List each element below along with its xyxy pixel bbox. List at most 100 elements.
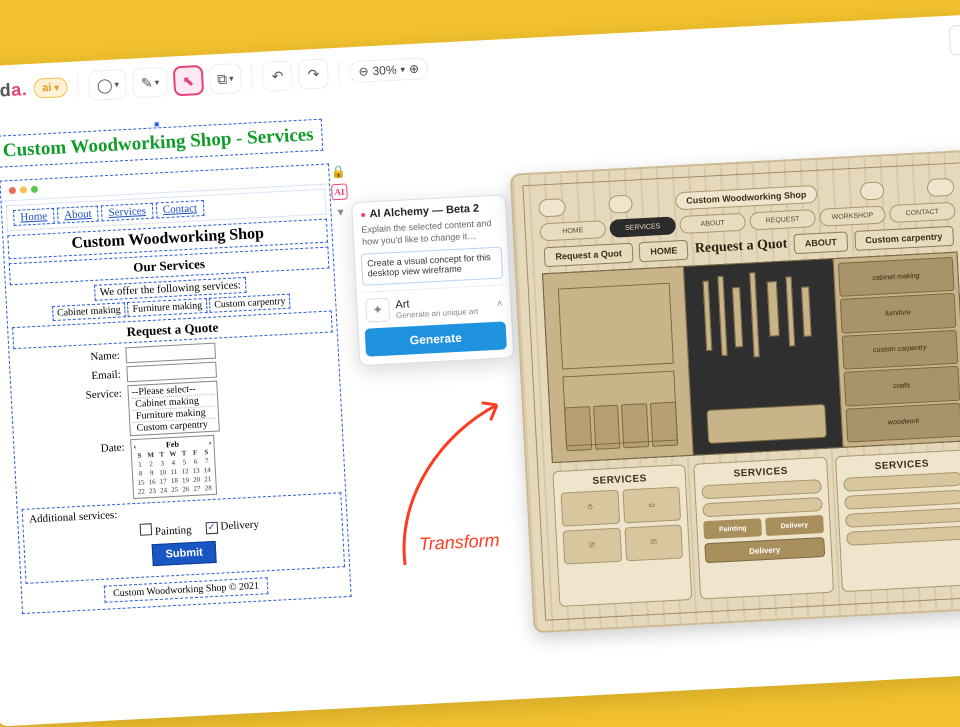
app-window: Jeda. ai ▾ ◯▾ ✎▾ ⬉ ⧉▾ ↶ ↷ ⊖ 30% ▾ ⊕ ⛶ Cu… (0, 13, 960, 726)
painting-checkbox[interactable]: Painting (140, 521, 192, 539)
preview-pill (538, 198, 566, 217)
redo-button[interactable]: ↷ (298, 58, 330, 90)
select-tool-button[interactable]: ⬉ (172, 65, 204, 97)
name-input[interactable] (125, 343, 216, 364)
service-label: Service: (21, 386, 122, 405)
calendar-grid: S M T W T F S 1234567 891011121314 15161… (134, 447, 214, 496)
zoom-in-button[interactable]: ⊕ (409, 62, 420, 77)
calendar-widget[interactable]: ‹ Feb › S M T W T F S (130, 435, 217, 499)
checkbox-icon (140, 523, 153, 536)
cal-month: Feb (166, 440, 179, 450)
preview-card-title: SERVICES (701, 464, 821, 481)
preview-bottom-cards: SERVICES ⏱▭ ⎚⎚ SERVICES Painting Deliver… (552, 449, 960, 607)
preview-bar (846, 526, 960, 546)
ai-pill-label: ai (42, 82, 52, 94)
preview-tab: WORKSHOP (819, 205, 886, 226)
preview-tab: REQUEST (749, 209, 816, 230)
preview-card-title: SERVICES (560, 472, 680, 489)
traffic-light-close-icon (9, 187, 16, 194)
preview-banner-title: Request a Quot (694, 237, 787, 258)
email-input[interactable] (126, 362, 217, 383)
prompt-input[interactable]: Create a visual concept for this desktop… (361, 247, 503, 286)
traffic-light-min-icon (20, 186, 27, 193)
preview-card: SERVICES Painting Delivery Delivery (694, 457, 834, 600)
preview-tab: ABOUT (679, 213, 746, 234)
preview-tab: CONTACT (889, 202, 956, 223)
delivery-checkbox[interactable]: ✓Delivery (205, 519, 259, 534)
preview-card-button: Delivery (705, 537, 825, 563)
preview-tab: HOME (539, 220, 606, 241)
preview-pill (860, 181, 885, 200)
nav-link-home[interactable]: Home (13, 208, 55, 226)
preview-frame: Custom Woodworking Shop HOME SERVICES AB… (522, 162, 960, 621)
preview-card: SERVICES ⏱▭ ⎚⎚ (552, 464, 692, 607)
submit-button[interactable]: Submit (152, 541, 216, 566)
preview-card-title: SERVICES (842, 457, 960, 474)
shelf-tag: woodwork (845, 402, 960, 442)
components-tool-button[interactable]: ⧉▾ (208, 63, 242, 95)
preview-card: SERVICES (835, 449, 960, 592)
preview-shelf: cabinet making furniture custom carpentr… (832, 253, 960, 447)
service-select[interactable]: --Please select-- Cabinet making Furnitu… (127, 381, 220, 437)
preview-icon-box: ⏱ (561, 490, 620, 527)
preview-icon-box: ▭ (622, 486, 681, 523)
nav-link-about[interactable]: About (57, 206, 99, 224)
painting-checkbox-label: Painting (155, 524, 192, 538)
preview-bar (843, 472, 960, 492)
shelf-tag: custom carpentry (841, 330, 958, 370)
wireframe-page-title[interactable]: Custom Woodworking Shop - Services (0, 119, 323, 168)
design-preview: Custom Woodworking Shop HOME SERVICES AB… (510, 149, 960, 633)
shelf-tag: crafts (843, 366, 960, 406)
chevron-down-icon[interactable]: ▾ (400, 64, 405, 75)
zoom-out-button[interactable]: ⊖ (358, 64, 369, 79)
chevron-down-icon[interactable]: ▾ (332, 203, 349, 220)
preview-logo: Custom Woodworking Shop (675, 185, 818, 210)
preview-drawers (564, 402, 678, 452)
zoom-control: ⊖ 30% ▾ ⊕ (349, 57, 429, 83)
brand-logo: Jeda. (0, 79, 28, 103)
wireframe-frame[interactable]: 🔒 AI ▾ Home About Services Contact Custo… (0, 163, 352, 614)
preview-pill-right: Custom carpentry (854, 226, 954, 251)
cal-next-icon[interactable]: › (208, 438, 211, 447)
preview-tool-wall (684, 259, 843, 455)
generate-button[interactable]: Generate (365, 322, 507, 357)
expand-icon[interactable]: ⛶ (949, 24, 960, 56)
preview-icon-box: ⎚ (563, 528, 622, 565)
nav-link-services[interactable]: Services (101, 203, 153, 222)
zoom-value[interactable]: 30% (372, 63, 397, 78)
preview-pill-left: Request a Quot (544, 243, 633, 268)
date-label: Date: (24, 440, 125, 459)
preview-banner-about: ABOUT (793, 231, 848, 254)
shape-tool-button[interactable]: ◯▾ (88, 69, 128, 101)
shelf-tag: cabinet making (838, 257, 955, 297)
frame-side-controls: 🔒 AI ▾ (330, 164, 349, 221)
ai-badge-icon[interactable]: AI (331, 183, 348, 200)
canvas[interactable]: Custom Woodworking Shop - Services 🔒 AI … (0, 63, 960, 726)
wireframe-footer: Custom Woodworking Shop © 2021 (104, 577, 269, 603)
transform-label: Transform (418, 530, 500, 555)
preview-mini-btn: Painting (704, 518, 763, 539)
nav-link-contact[interactable]: Contact (155, 200, 204, 219)
cal-prev-icon[interactable]: ‹ (133, 442, 136, 451)
undo-button[interactable]: ↶ (262, 60, 294, 92)
brand-dot: . (21, 79, 28, 99)
preview-bar (702, 479, 822, 499)
chevron-up-icon: ˄ (496, 298, 502, 309)
email-label: Email: (20, 367, 121, 386)
selection-handle-icon[interactable] (154, 121, 160, 127)
lock-icon[interactable]: 🔒 (330, 164, 347, 181)
preview-mini-buttons: Painting Delivery (704, 515, 824, 539)
mode-selector[interactable]: ✦ Art Generate an unique art ˄ (363, 285, 505, 323)
service-chip: Furniture making (127, 298, 207, 317)
ai-alchemy-popup: • AI Alchemy — Beta 2 Explain the select… (351, 194, 514, 366)
preview-bar (703, 497, 823, 517)
toolbar-separator (251, 65, 253, 89)
art-mode-icon: ✦ (365, 298, 390, 323)
preview-icon-box: ⎚ (624, 524, 683, 561)
pen-tool-button[interactable]: ✎▾ (132, 67, 168, 99)
chevron-down-icon: ▾ (54, 82, 59, 93)
service-chip: Cabinet making (52, 302, 126, 321)
ai-mode-pill[interactable]: ai ▾ (33, 77, 69, 99)
preview-bar (845, 508, 960, 528)
traffic-light-max-icon (31, 186, 38, 193)
